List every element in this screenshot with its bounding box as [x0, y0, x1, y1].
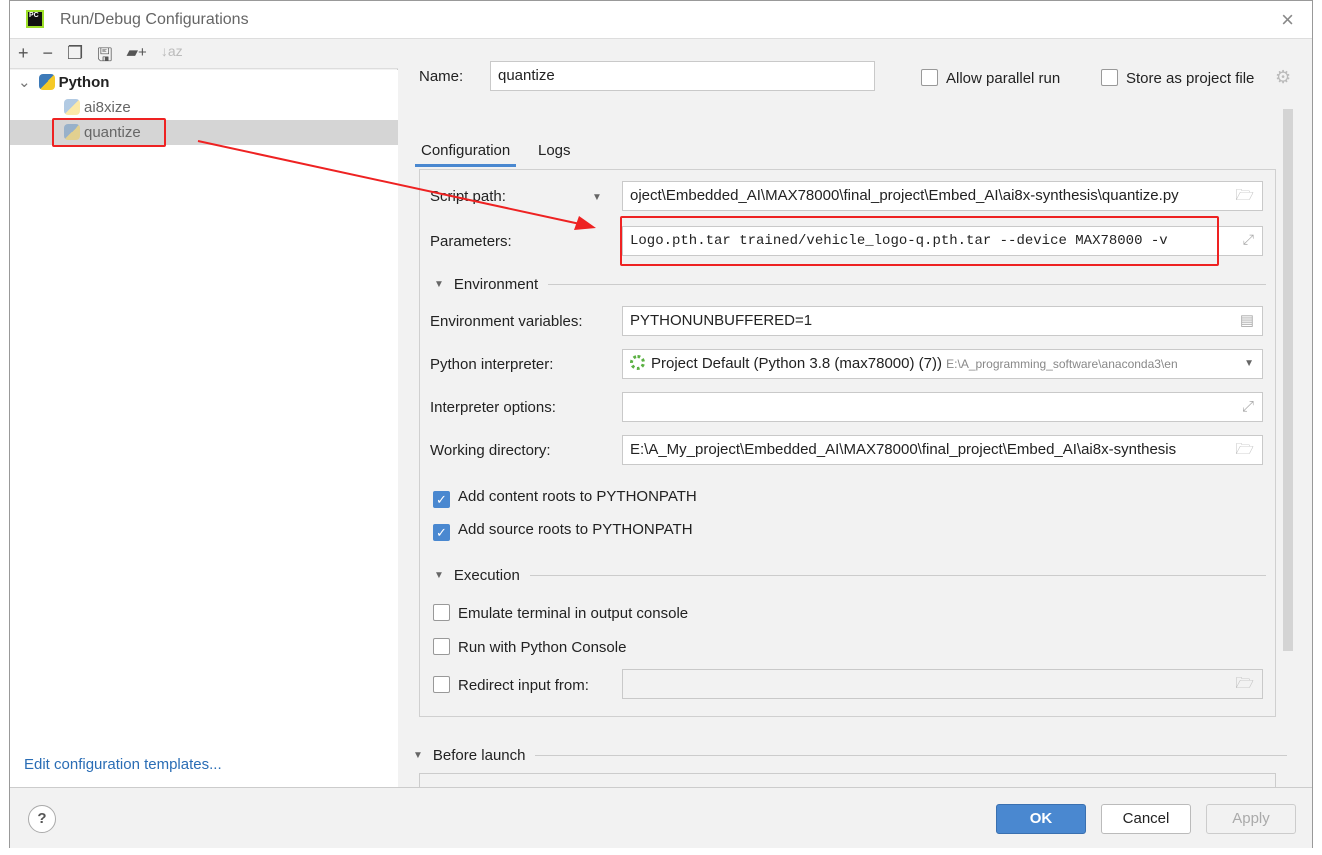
annotation-arrow	[197, 140, 596, 230]
